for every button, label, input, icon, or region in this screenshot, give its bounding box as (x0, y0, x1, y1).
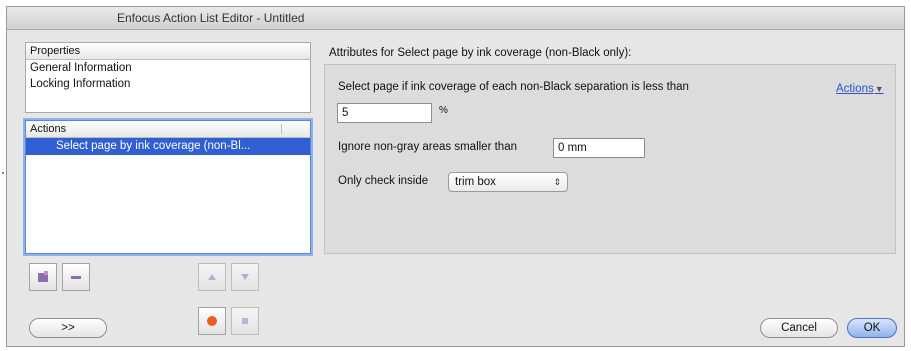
cancel-button[interactable]: Cancel (760, 318, 838, 338)
move-down-button[interactable] (231, 263, 259, 291)
properties-list: Properties General Information Locking I… (25, 42, 311, 113)
actions-header: Actions (26, 121, 310, 138)
properties-item-general[interactable]: General Information (26, 60, 310, 76)
check-inside-label: Only check inside (338, 175, 429, 187)
action-item-select-page[interactable]: Select page by ink coverage (non-Bl... (26, 138, 310, 155)
coverage-label: Select page if ink coverage of each non-… (338, 81, 689, 93)
add-action-button[interactable] (29, 263, 57, 291)
actions-menu-label: Actions (836, 83, 874, 95)
edge-mark (2, 172, 4, 174)
actions-list: Actions Select page by ink coverage (non… (25, 120, 311, 254)
stop-button[interactable] (231, 307, 259, 335)
coverage-unit: % (439, 105, 448, 116)
action-list-editor-window: Enfocus Action List Editor - Untitled Pr… (6, 6, 905, 347)
record-button[interactable] (198, 307, 226, 335)
move-down-icon (241, 274, 249, 280)
check-inside-select[interactable]: trim box ⇕ (448, 172, 568, 192)
properties-item-locking[interactable]: Locking Information (26, 76, 310, 92)
ignore-size-input[interactable]: 0 mm (553, 138, 645, 158)
column-divider[interactable] (281, 124, 282, 134)
dropdown-arrow-icon: ▼ (874, 84, 884, 94)
attributes-heading: Attributes for Select page by ink covera… (329, 47, 632, 59)
record-icon (207, 316, 217, 326)
remove-action-icon (71, 276, 81, 279)
window-title: Enfocus Action List Editor - Untitled (117, 11, 305, 25)
coverage-input[interactable]: 5 (337, 103, 432, 123)
select-arrows-icon: ⇕ (553, 177, 561, 187)
title-bar[interactable]: Enfocus Action List Editor - Untitled (7, 7, 904, 30)
properties-header: Properties (26, 43, 310, 60)
check-inside-value: trim box (455, 176, 496, 188)
actions-menu-link[interactable]: Actions▼ (836, 83, 884, 95)
ok-button[interactable]: OK (847, 318, 897, 338)
ignore-label: Ignore non-gray areas smaller than (338, 141, 517, 153)
add-action-icon (38, 271, 48, 282)
actions-header-label: Actions (30, 123, 67, 135)
expand-button[interactable]: >> (29, 318, 107, 338)
move-up-icon (208, 274, 216, 280)
attributes-panel: Select page if ink coverage of each non-… (324, 64, 896, 254)
remove-action-button[interactable] (62, 263, 90, 291)
move-up-button[interactable] (198, 263, 226, 291)
stop-icon (242, 318, 248, 324)
